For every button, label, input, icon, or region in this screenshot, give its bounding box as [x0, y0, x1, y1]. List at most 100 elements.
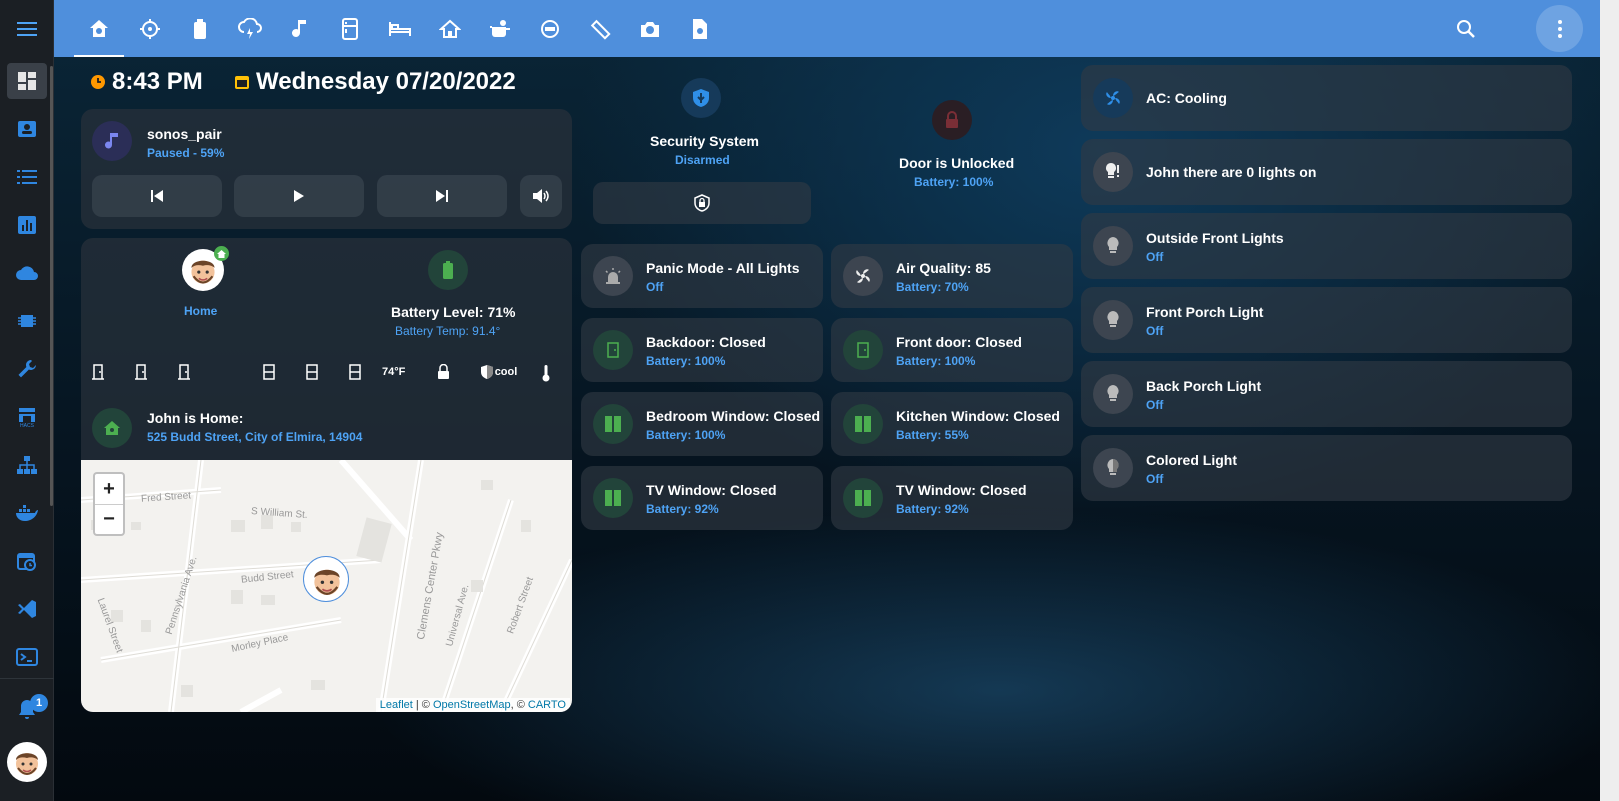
shield-icon	[693, 89, 709, 107]
window-sensor-icon[interactable]	[349, 364, 361, 380]
carto-link[interactable]: CARTO	[528, 699, 566, 711]
skip-next-icon	[436, 190, 448, 202]
tile-air-quality[interactable]: Air Quality: 85 Battery: 70%	[831, 244, 1073, 308]
sidebar-item-list[interactable]	[0, 153, 54, 201]
page-scrollbar[interactable]	[1600, 0, 1619, 801]
arm-security-button[interactable]	[593, 182, 811, 224]
sidebar-item-hacs[interactable]: HACS	[0, 393, 54, 441]
tab-house[interactable]	[430, 9, 470, 49]
sidebar-item-person-card[interactable]	[0, 105, 54, 153]
shield-lock-icon	[694, 194, 710, 212]
tile-kitchen-window[interactable]: Kitchen Window: Closed Battery: 55%	[831, 392, 1073, 456]
tab-robot-vacuum[interactable]	[130, 9, 170, 49]
media-icon-circle[interactable]	[92, 121, 132, 161]
search-icon	[1457, 20, 1475, 38]
dashboard-icon	[18, 72, 36, 90]
previous-track-button[interactable]	[92, 175, 222, 217]
menu-button[interactable]	[0, 0, 53, 57]
lightbulb-alert-icon-circle	[1093, 152, 1133, 192]
tile-bedroom-window[interactable]: Bedroom Window: Closed Battery: 100%	[581, 392, 823, 456]
window-sensor-icon[interactable]	[306, 364, 318, 380]
tile-tv-window[interactable]: TV Window: Closed Battery: 92%	[831, 466, 1073, 530]
sidebar-item-network[interactable]	[0, 441, 54, 489]
osm-link[interactable]: OpenStreetMap	[433, 699, 511, 711]
tile-lights-count[interactable]: John there are 0 lights on	[1081, 139, 1572, 205]
sidebar-item-vscode[interactable]	[0, 585, 54, 633]
tab-home[interactable]	[79, 9, 119, 49]
sidebar-item-calendar-clock[interactable]	[0, 537, 54, 585]
door-battery: Battery: 100%	[914, 175, 994, 189]
volume-button[interactable]	[520, 175, 562, 217]
door-sensor-icon[interactable]	[177, 364, 191, 380]
tile-ac[interactable]: AC: Cooling	[1081, 65, 1572, 131]
tile-panic-mode[interactable]: Panic Mode - All Lights Off	[581, 244, 823, 308]
more-options-button[interactable]	[1536, 5, 1583, 52]
tile-state: Battery: 92%	[896, 502, 969, 516]
search-button[interactable]	[1446, 9, 1486, 49]
tile-state: Off	[1146, 398, 1164, 412]
tile-tv-window[interactable]: TV Window: Closed Battery: 92%	[581, 466, 823, 530]
sidebar-item-chart[interactable]	[0, 201, 54, 249]
tab-battery[interactable]	[180, 9, 220, 49]
sidebar-item-dashboard[interactable]	[0, 57, 54, 105]
tab-music[interactable]	[280, 9, 320, 49]
security-icon-circle[interactable]	[681, 78, 721, 118]
window-closed-icon	[605, 490, 621, 506]
map-person-marker[interactable]	[303, 556, 349, 602]
tile-outside-front-lights[interactable]: Outside Front Lights Off	[1081, 213, 1572, 279]
ruler-icon	[590, 19, 611, 40]
tab-ruler[interactable]	[580, 9, 620, 49]
tile-state: Battery: 100%	[896, 354, 976, 368]
door-lock-icon-circle[interactable]	[932, 100, 972, 140]
bed-icon	[389, 22, 411, 36]
attribution-separator: , ©	[510, 699, 528, 711]
next-track-button[interactable]	[377, 175, 507, 217]
sidebar-item-cloud[interactable]	[0, 249, 54, 297]
tile-colored-light[interactable]: Colored Light Off	[1081, 435, 1572, 501]
tab-camera[interactable]	[630, 9, 670, 49]
home-location-icon-circle[interactable]	[92, 408, 132, 448]
chip-icon	[18, 315, 36, 327]
tab-settings[interactable]	[680, 9, 720, 49]
tile-state: Battery: 55%	[896, 428, 969, 442]
notifications-button[interactable]: 1	[0, 692, 54, 728]
window-sensor-icon[interactable]	[263, 364, 275, 380]
sidebar-item-terminal[interactable]	[0, 633, 54, 681]
tab-kitchen[interactable]	[480, 9, 520, 49]
sidebar-item-wrench[interactable]	[0, 345, 54, 393]
hvac-mode[interactable]: cool	[490, 366, 522, 378]
tile-back-porch-light[interactable]: Back Porch Light Off	[1081, 361, 1572, 427]
location-map[interactable]: Fred Street S William St. Budd Street Pe…	[81, 460, 572, 712]
tile-name: Kitchen Window: Closed	[896, 408, 1060, 424]
battery-icon-circle[interactable]	[428, 250, 468, 290]
tab-weather[interactable]	[230, 9, 270, 49]
door-sensor-icon[interactable]	[134, 364, 148, 380]
zoom-in-button[interactable]: +	[95, 474, 123, 504]
time-text: 8:43 PM	[112, 68, 203, 95]
air-purifier-icon-circle	[843, 256, 883, 296]
wrench-icon	[18, 359, 36, 378]
window-closed-icon	[855, 490, 871, 506]
lock-icon[interactable]	[437, 363, 450, 380]
tile-front-door[interactable]: Front door: Closed Battery: 100%	[831, 318, 1073, 382]
thermometer-icon[interactable]	[541, 364, 551, 382]
zoom-out-button[interactable]: −	[95, 504, 123, 534]
temperature-value[interactable]: 74°F	[382, 366, 405, 378]
user-avatar[interactable]	[7, 742, 47, 782]
leaflet-link[interactable]: Leaflet	[380, 699, 413, 711]
tile-backdoor[interactable]: Backdoor: Closed Battery: 100%	[581, 318, 823, 382]
play-button[interactable]	[234, 175, 364, 217]
sidebar-item-docker[interactable]	[0, 489, 54, 537]
tab-washer[interactable]	[530, 9, 570, 49]
tab-bedroom[interactable]	[380, 9, 420, 49]
tile-name: Outside Front Lights	[1146, 230, 1284, 246]
home-robot-icon	[90, 20, 108, 37]
sidebar-scrollbar[interactable]	[50, 66, 53, 506]
tile-name: Air Quality: 85	[896, 260, 991, 276]
tile-front-porch-light[interactable]: Front Porch Light Off	[1081, 287, 1572, 353]
door-sensor-icon[interactable]	[91, 364, 105, 380]
lightbulb-icon	[1107, 311, 1119, 327]
media-status: Paused - 59%	[147, 146, 225, 160]
tab-fridge[interactable]	[330, 9, 370, 49]
sidebar-item-chip[interactable]	[0, 297, 54, 345]
